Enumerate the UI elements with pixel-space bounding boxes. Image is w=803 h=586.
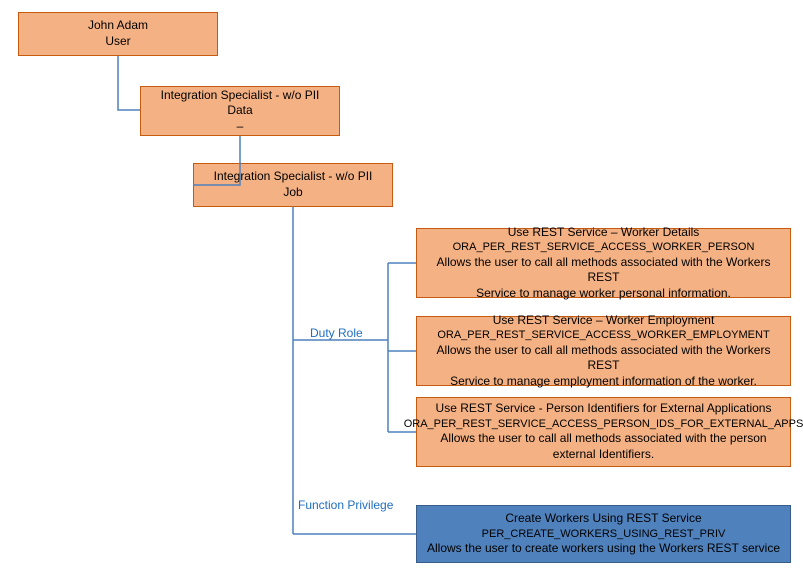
data-role-sub: – <box>237 119 244 135</box>
job-role-type: Job <box>283 185 302 201</box>
duty1-title: Use REST Service – Worker Details <box>508 225 700 241</box>
function-privilege: Create Workers Using REST Service PER_CR… <box>416 505 791 563</box>
duty-role-label: Duty Role <box>310 326 363 340</box>
duty-worker-details: Use REST Service – Worker Details ORA_PE… <box>416 228 791 298</box>
function-privilege-label: Function Privilege <box>298 498 393 512</box>
duty2-code: ORA_PER_REST_SERVICE_ACCESS_WORKER_EMPLO… <box>437 328 769 342</box>
duty3-code: ORA_PER_REST_SERVICE_ACCESS_PERSON_IDS_F… <box>404 417 803 431</box>
duty2-desc1: Allows the user to call all methods asso… <box>425 343 782 374</box>
duty2-title: Use REST Service – Worker Employment <box>493 313 715 329</box>
user-type: User <box>105 34 130 50</box>
duty3-title: Use REST Service - Person Identifiers fo… <box>436 401 772 417</box>
priv-code: PER_CREATE_WORKERS_USING_REST_PRIV <box>482 527 726 541</box>
job-role-node: Integration Specialist - w/o PII Job <box>193 163 393 207</box>
duty-worker-employment: Use REST Service – Worker Employment ORA… <box>416 316 791 386</box>
user-node: John Adam User <box>18 12 218 56</box>
job-role-name: Integration Specialist - w/o PII <box>214 169 373 185</box>
duty1-code: ORA_PER_REST_SERVICE_ACCESS_WORKER_PERSO… <box>453 240 755 254</box>
duty-person-identifiers: Use REST Service - Person Identifiers fo… <box>416 397 791 467</box>
duty2-desc2: Service to manage employment information… <box>450 374 757 390</box>
duty1-desc2: Service to manage worker personal inform… <box>476 286 731 302</box>
duty1-desc1: Allows the user to call all methods asso… <box>425 255 782 286</box>
data-role-name: Integration Specialist - w/o PII <box>161 88 320 104</box>
user-name: John Adam <box>88 18 148 34</box>
data-role-node: Integration Specialist - w/o PII Data – <box>140 86 340 136</box>
data-role-type: Data <box>227 103 252 119</box>
priv-title: Create Workers Using REST Service <box>505 511 701 527</box>
duty3-desc1: Allows the user to call all methods asso… <box>440 431 766 447</box>
priv-desc: Allows the user to create workers using … <box>427 541 780 557</box>
duty3-desc2: external Identifiers. <box>553 447 654 463</box>
